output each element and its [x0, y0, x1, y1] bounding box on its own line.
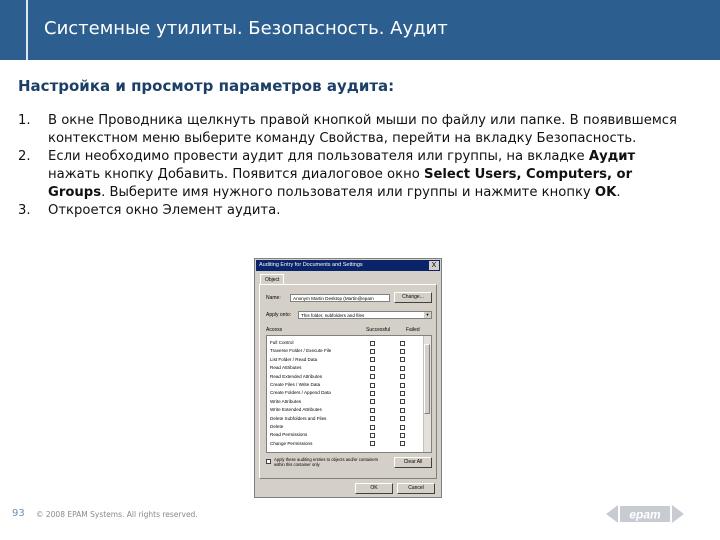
access-row-label: Delete Subfolders and Files — [270, 415, 327, 421]
access-row-label: Write Attributes — [270, 398, 302, 404]
apply-onto-label: Apply onto: — [266, 312, 292, 318]
failed-checkbox[interactable] — [400, 424, 405, 430]
scrollbar[interactable] — [423, 336, 431, 452]
successful-checkbox[interactable] — [370, 374, 375, 380]
access-row-label: Read Permissions — [270, 432, 308, 438]
failed-checkbox[interactable] — [400, 441, 405, 447]
dialog-title: Auditing Entry for Documents and Setting… — [259, 262, 363, 268]
change-button[interactable]: Change... — [394, 292, 432, 303]
chevron-down-icon[interactable]: ▼ — [424, 312, 431, 318]
step-text: Откроется окно Элемент аудита. — [48, 203, 281, 218]
step-text: . Выберите имя нужного пользователя или … — [101, 185, 595, 200]
successful-checkbox[interactable] — [370, 348, 375, 354]
step-number: 1. — [18, 113, 31, 128]
col-access: Access — [266, 327, 283, 333]
copyright: © 2008 EPAM Systems. All rights reserved… — [36, 510, 198, 519]
logo-right-arrow — [672, 505, 684, 523]
header-divider — [26, 0, 28, 60]
failed-checkbox[interactable] — [400, 348, 405, 354]
failed-checkbox[interactable] — [400, 340, 405, 346]
access-list[interactable]: Full Control Traverse Folder / Execute Fi… — [266, 335, 432, 453]
slide-subtitle: Настройка и просмотр параметров аудита: — [18, 77, 395, 95]
access-row-label: List Folder / Read Data — [270, 356, 318, 362]
scrollbar-thumb[interactable] — [424, 344, 430, 414]
failed-checkbox[interactable] — [400, 416, 405, 422]
successful-checkbox[interactable] — [370, 357, 375, 363]
failed-checkbox[interactable] — [400, 382, 405, 388]
step-item: 3. Откроется окно Элемент аудита. — [18, 202, 688, 220]
failed-checkbox[interactable] — [400, 365, 405, 371]
apply-onto-value: This folder, subfolders and files — [301, 313, 365, 318]
access-row-label: Read Extended Attributes — [270, 373, 323, 379]
access-row-label: Delete — [270, 424, 284, 429]
apply-checkbox[interactable] — [266, 459, 271, 464]
access-row-label: Read Attributes — [270, 365, 302, 371]
successful-checkbox[interactable] — [370, 432, 375, 438]
step-text: Если необходимо провести аудит для польз… — [48, 149, 589, 164]
failed-checkbox[interactable] — [400, 357, 405, 363]
slide-header: Системные утилиты. Безопасность. Аудит — [0, 0, 720, 60]
successful-checkbox[interactable] — [370, 390, 375, 396]
epam-logo: epam — [606, 505, 684, 523]
successful-checkbox[interactable] — [370, 416, 375, 422]
failed-checkbox[interactable] — [400, 390, 405, 396]
access-row-label: Create Folders / Append Data — [270, 390, 331, 396]
successful-checkbox[interactable] — [370, 382, 375, 388]
step-text: . — [616, 185, 621, 200]
access-row-label: Write Extended Attributes — [270, 407, 322, 413]
step-text: нажать кнопку Добавить. Появится диалого… — [48, 167, 424, 182]
step-bold-text: Аудит — [588, 149, 636, 164]
access-row-label: Create Files / Write Data — [270, 382, 321, 387]
dialog-panel: Name: Anonym Martin Desktop (Martin@epam… — [259, 284, 437, 479]
step-text: В окне Проводника щелкнуть правой кнопко… — [48, 113, 677, 146]
access-row-label: Change Permissions — [270, 440, 313, 446]
successful-checkbox[interactable] — [370, 399, 375, 405]
clear-all-button[interactable]: Clear All — [394, 457, 432, 468]
successful-checkbox[interactable] — [370, 424, 375, 430]
col-successful: Successful — [366, 327, 391, 333]
page-number: 93 — [12, 508, 25, 519]
failed-checkbox[interactable] — [400, 399, 405, 405]
logo-text: epam — [629, 508, 661, 522]
name-field[interactable]: Anonym Martin Desktop (Martin@epam — [290, 294, 390, 302]
col-failed: Failed — [406, 327, 420, 333]
failed-checkbox[interactable] — [400, 374, 405, 380]
step-item: 2. Если необходимо провести аудит для пол… — [18, 148, 688, 202]
apply-checkbox-label: Apply these auditing entries to objects … — [274, 457, 379, 467]
step-number: 3. — [18, 203, 31, 218]
name-label: Name: — [266, 295, 281, 301]
successful-checkbox[interactable] — [370, 340, 375, 346]
step-item: 1. В окне Проводника щелкнуть правой кноп… — [18, 112, 688, 148]
auditing-entry-dialog: Auditing Entry for Documents and Setting… — [254, 258, 442, 498]
ok-button[interactable]: OK — [355, 483, 393, 494]
cancel-button[interactable]: Cancel — [397, 483, 435, 494]
access-row-label: Full Control — [270, 340, 294, 345]
step-number: 2. — [18, 149, 31, 164]
slide-title: Системные утилиты. Безопасность. Аудит — [44, 18, 448, 39]
failed-checkbox[interactable] — [400, 407, 405, 413]
step-bold-text: OK — [594, 185, 617, 200]
successful-checkbox[interactable] — [370, 407, 375, 413]
dialog-title-bar: Auditing Entry for Documents and Setting… — [256, 260, 440, 271]
steps-list: 1. В окне Проводника щелкнуть правой кноп… — [18, 112, 688, 220]
successful-checkbox[interactable] — [370, 365, 375, 371]
logo-left-arrow — [606, 505, 618, 523]
access-row-label: Traverse Folder / Execute File — [270, 348, 332, 354]
close-icon[interactable]: X — [429, 261, 439, 270]
apply-onto-select[interactable]: This folder, subfolders and files ▼ — [298, 311, 432, 319]
successful-checkbox[interactable] — [370, 441, 375, 447]
failed-checkbox[interactable] — [400, 432, 405, 438]
